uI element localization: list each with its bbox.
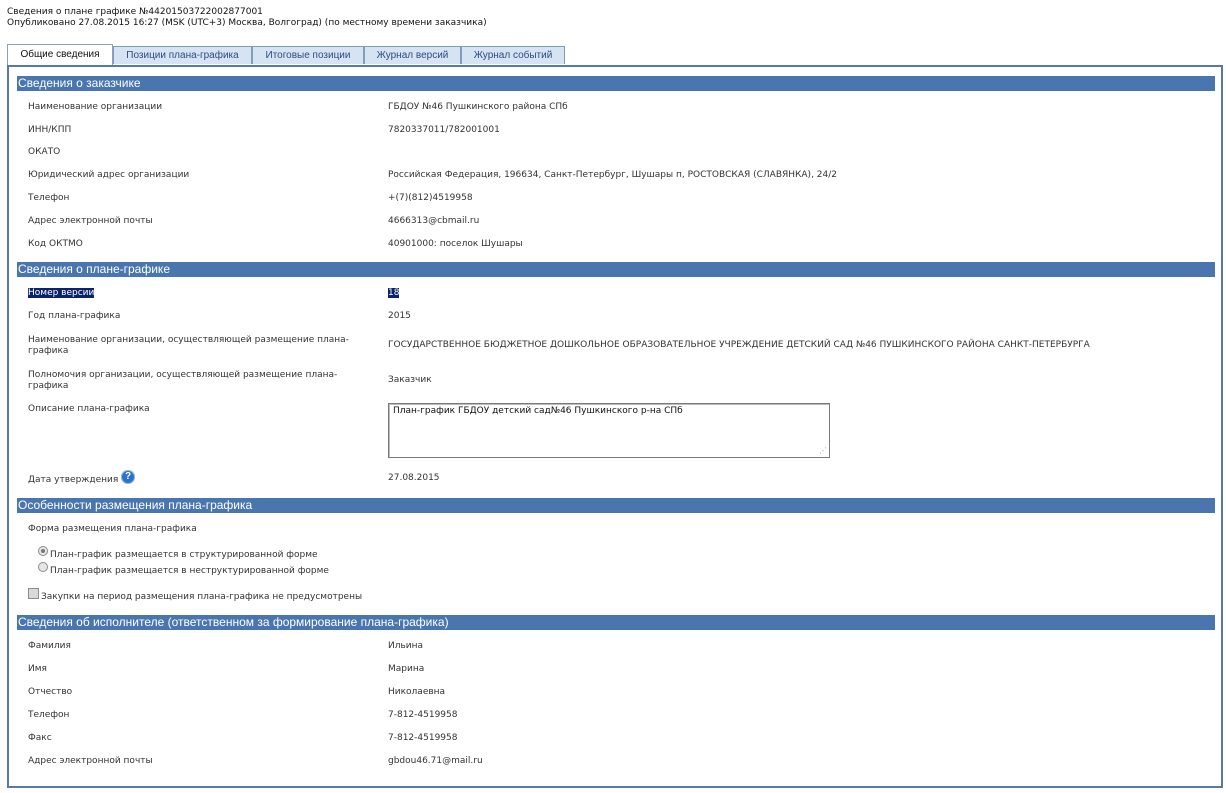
label-first-name: Имя [28,664,47,674]
radio-unstructured[interactable] [38,562,48,572]
value-approval-date: 27.08.2015 [388,473,440,483]
label-phone: Телефон [28,193,70,203]
value-oktmo: 40901000: поселок Шушары [388,239,523,249]
value-first-name: Марина [388,664,425,674]
value-email: 4666313@cbmail.ru [388,216,480,226]
label-oktmo: Код ОКТМО [28,239,83,249]
value-version-number: 18 [388,288,400,298]
label-org-powers-line2: графика [28,381,69,391]
radio-structured[interactable] [38,546,48,556]
label-org-name: Наименование организации [28,102,163,112]
label-placing-org-line2: графика [28,346,69,356]
header-title: Сведения о плане графике №44201503722002… [7,7,263,17]
label-approval-date: Дата утверждения [28,475,119,485]
label-org-powers: Полномочия организации, осуществляющей р… [28,370,337,392]
label-placing-org: Наименование организации, осуществляющей… [28,335,349,357]
label-placement-form: Форма размещения плана-графика [28,524,197,534]
value-last-name: Ильина [388,641,424,651]
label-plan-description: Описание плана-графика [28,404,150,414]
tab-plan-positions[interactable]: Позиции плана-графика [113,46,252,64]
tab-general[interactable]: Общие сведения [7,44,113,66]
tab-total-positions[interactable]: Итоговые позиции [252,46,364,64]
value-executor-email: gbdou46.71@mail.ru [388,756,483,766]
section-customer-header: Сведения о заказчике [17,76,1215,91]
value-plan-year: 2015 [388,311,411,321]
plan-description-textarea[interactable]: План-график ГБДОУ детский сад№46 Пушкинс… [388,403,830,458]
value-patronymic: Николаевна [388,687,446,697]
label-patronymic: Отчество [28,687,73,697]
label-legal-address: Юридический адрес организации [28,170,190,180]
plan-description-text: План-график ГБДОУ детский сад№46 Пушкинс… [393,406,683,416]
no-purchases-label: Закупки на период размещения плана-графи… [41,592,363,602]
label-fax: Факс [28,733,52,743]
section-executor-header: Сведения об исполнителе (ответственном з… [17,615,1215,630]
value-org-name: ГБДОУ №46 Пушкинского района СПб [388,102,568,112]
label-inn-kpp: ИНН/КПП [28,125,72,135]
value-phone: +(7)(812)4519958 [388,193,473,203]
radio-structured-label: План-график размещается в структурирован… [50,550,318,560]
tab-version-log[interactable]: Журнал версий [364,46,461,64]
section-features-header: Особенности размещения плана-графика [17,498,1215,513]
label-version-number: Номер версии [28,288,95,298]
label-executor-phone: Телефон [28,710,70,720]
page-header: Сведения о плане графике №44201503722002… [7,7,487,29]
label-executor-email: Адрес электронной почты [28,756,153,766]
label-plan-year: Год плана-графика [28,311,121,321]
radio-unstructured-label: План-график размещается в неструктуриров… [50,566,329,576]
value-fax: 7-812-4519958 [388,733,458,743]
section-plan-header: Сведения о плане-графике [17,262,1215,277]
value-inn-kpp: 7820337011/782001001 [388,125,500,135]
resize-grip-icon[interactable]: ⋰ [819,447,827,455]
value-legal-address: Российская Федерация, 196634, Санкт-Пете… [388,170,837,180]
label-org-powers-line1: Полномочия организации, осуществляющей р… [28,370,338,380]
label-placing-org-line1: Наименование организации, осуществляющей… [28,335,349,345]
value-org-powers: Заказчик [388,375,432,385]
header-published: Опубликовано 27.08.2015 16:27 (MSK (UTC+… [7,18,487,28]
tab-event-log[interactable]: Журнал событий [461,46,565,64]
help-icon[interactable]: ? [121,470,135,484]
value-placing-org: ГОСУДАРСТВЕННОЕ БЮДЖЕТНОЕ ДОШКОЛЬНОЕ ОБР… [388,340,1090,350]
no-purchases-checkbox[interactable] [28,588,39,599]
label-okato: ОКАТО [28,147,61,157]
value-executor-phone: 7-812-4519958 [388,710,458,720]
label-last-name: Фамилия [28,641,71,651]
label-email: Адрес электронной почты [28,216,153,226]
